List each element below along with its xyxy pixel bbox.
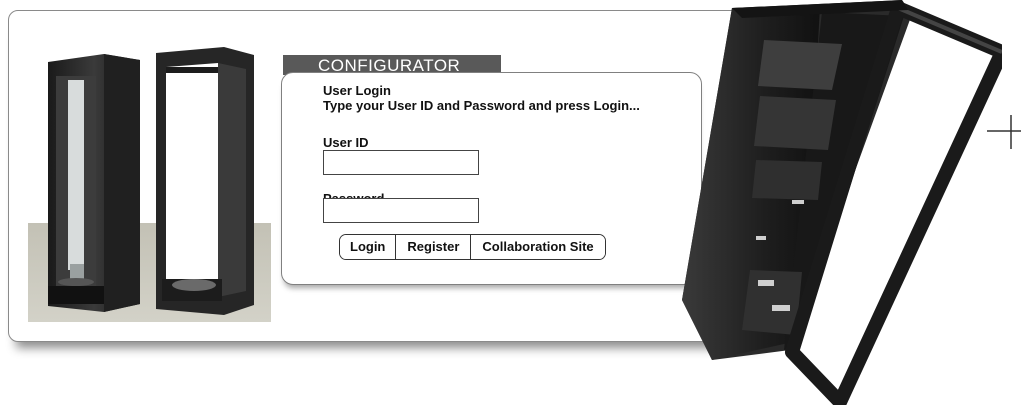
collaboration-site-button[interactable]: Collaboration Site — [470, 235, 605, 259]
open-frame-rack-image — [156, 47, 254, 315]
product-photo-panel — [28, 30, 271, 322]
crosshair-plus-icon — [987, 115, 1021, 149]
user-id-label: User ID — [323, 135, 369, 150]
user-id-input[interactable] — [323, 150, 479, 175]
login-title: User Login — [323, 83, 391, 98]
login-card: User Login Type your User ID and Passwor… — [281, 72, 702, 285]
large-cabinet-image — [682, 0, 1002, 405]
password-input[interactable] — [323, 198, 479, 223]
login-button[interactable]: Login — [340, 235, 396, 259]
login-button-group: Login Register Collaboration Site — [339, 234, 606, 260]
login-instructions: Type your User ID and Password and press… — [323, 98, 640, 113]
rack-with-door-image — [48, 54, 140, 312]
register-button[interactable]: Register — [395, 235, 471, 259]
